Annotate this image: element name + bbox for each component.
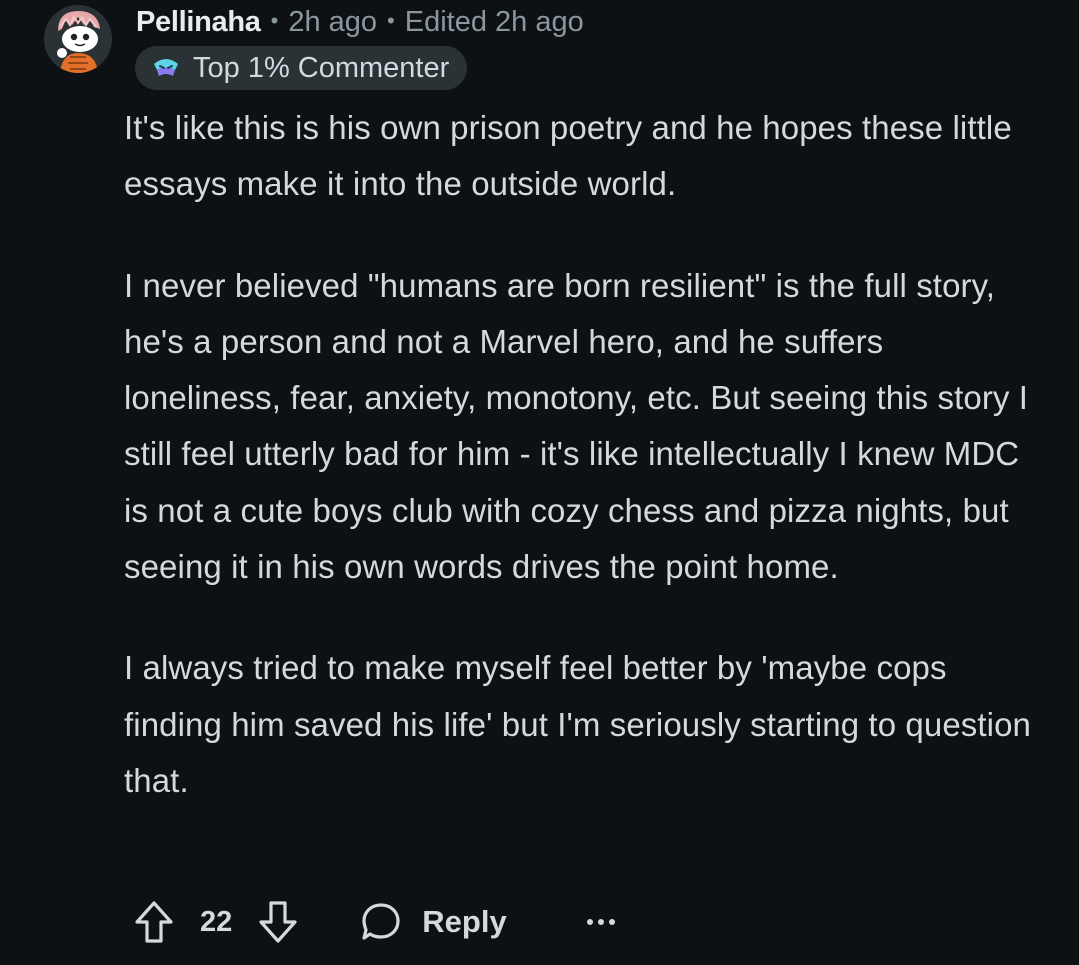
separator-dot: • bbox=[270, 8, 279, 33]
reply-label: Reply bbox=[422, 904, 507, 939]
speech-bubble-icon bbox=[360, 901, 402, 943]
comment: Pellinaha • 2h ago • Edited 2h ago Top 1… bbox=[0, 0, 1079, 965]
comment-paragraph: It's like this is his own prison poetry … bbox=[124, 109, 1012, 203]
snoo-avatar-icon bbox=[44, 5, 112, 73]
edited-timestamp: Edited 2h ago bbox=[404, 5, 584, 38]
comment-header: Pellinaha • 2h ago • Edited 2h ago bbox=[136, 2, 584, 42]
dot bbox=[586, 919, 593, 925]
dot bbox=[608, 919, 615, 925]
reply-button[interactable]: Reply bbox=[360, 901, 507, 943]
avatar[interactable] bbox=[44, 5, 112, 73]
upvote-icon[interactable] bbox=[134, 900, 174, 944]
downvote-icon[interactable] bbox=[258, 900, 298, 944]
comment-body: It's like this is his own prison poetry … bbox=[124, 100, 1044, 809]
comment-paragraph: I always tried to make myself feel bette… bbox=[124, 649, 1031, 799]
more-options-icon[interactable] bbox=[586, 919, 615, 925]
vote-score: 22 bbox=[200, 905, 233, 938]
user-flair[interactable]: Top 1% Commenter bbox=[135, 46, 468, 90]
flair-label: Top 1% Commenter bbox=[193, 51, 450, 84]
comment-paragraph: I never believed "humans are born resili… bbox=[124, 266, 1029, 586]
comment-actions: 22 Reply bbox=[134, 893, 615, 951]
separator-dot: • bbox=[387, 8, 395, 33]
timestamp[interactable]: 2h ago bbox=[288, 6, 377, 39]
dot bbox=[597, 919, 604, 925]
username[interactable]: Pellinaha bbox=[136, 6, 261, 39]
commenter-badge-icon bbox=[151, 56, 181, 80]
